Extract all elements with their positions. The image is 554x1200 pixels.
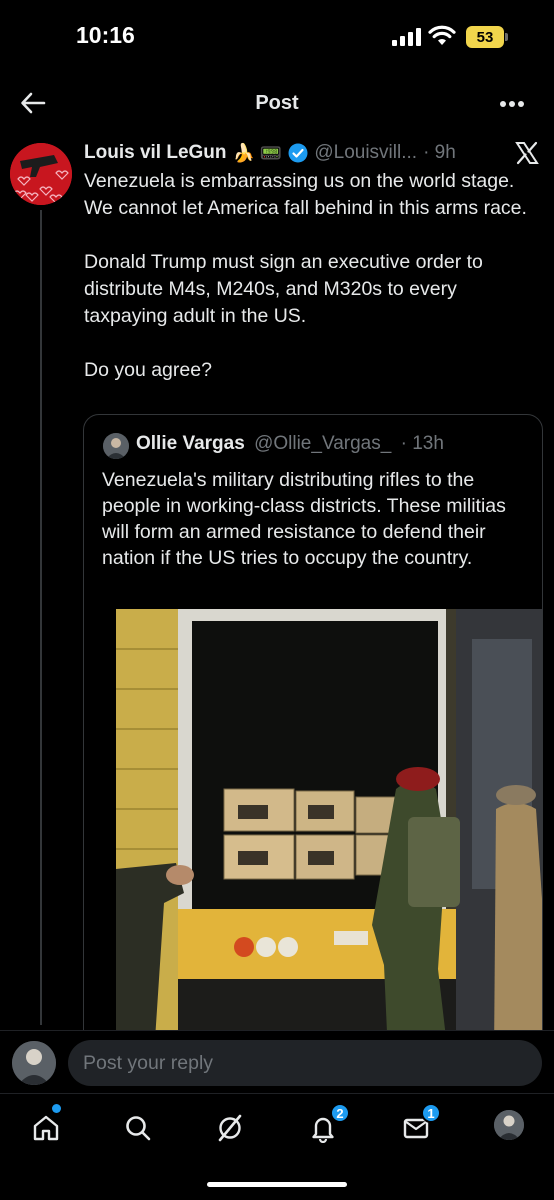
tweet-paragraph: Venezuela is embarrassing us on the worl… bbox=[84, 170, 527, 219]
verified-badge-icon bbox=[288, 143, 308, 163]
more-options-icon[interactable] bbox=[499, 100, 525, 108]
battery-nub bbox=[505, 33, 508, 41]
tweet-body: Venezuela is embarrassing us on the worl… bbox=[84, 168, 534, 411]
reply-bar bbox=[0, 1030, 554, 1092]
author-name[interactable]: Louis vil LeGun bbox=[84, 142, 227, 164]
user-avatar-image bbox=[12, 1041, 56, 1085]
quoted-author-name[interactable]: Ollie Vargas bbox=[136, 433, 245, 454]
search-icon bbox=[126, 1116, 151, 1141]
home-notification-dot bbox=[52, 1104, 61, 1113]
x-logo-icon[interactable] bbox=[514, 140, 540, 166]
tab-profile-avatar[interactable] bbox=[494, 1110, 524, 1140]
tab-search[interactable] bbox=[118, 1108, 158, 1148]
author-name-emojis: 🍌 📟 bbox=[232, 142, 283, 163]
thread-line bbox=[40, 210, 42, 1025]
quoted-post-card[interactable]: Ollie Vargas @Ollie_Vargas_ · 13h Venezu… bbox=[83, 414, 543, 1054]
bottom-tab-bar: 2 1 bbox=[0, 1093, 554, 1200]
tab-grok[interactable] bbox=[210, 1108, 250, 1148]
home-icon bbox=[33, 1115, 59, 1141]
tweet-header: Louis vil LeGun 🍌 📟 @Louisvill... · 9h bbox=[84, 140, 494, 166]
post-time: · 9h bbox=[423, 142, 456, 163]
notifications-badge: 2 bbox=[330, 1103, 350, 1123]
tweet-paragraph: Donald Trump must sign an executive orde… bbox=[84, 251, 483, 327]
avatar-image bbox=[10, 143, 72, 205]
battery-indicator: 53 bbox=[466, 26, 504, 48]
media-photo bbox=[116, 609, 542, 1053]
status-bar: 10:16 53 bbox=[0, 0, 554, 72]
nav-header: Post bbox=[0, 72, 554, 136]
cellular-signal-icon bbox=[392, 28, 421, 46]
page-title: Post bbox=[255, 92, 299, 114]
reply-input[interactable] bbox=[68, 1040, 542, 1086]
current-user-avatar[interactable] bbox=[12, 1041, 56, 1085]
tab-home[interactable] bbox=[26, 1108, 66, 1148]
author-avatar[interactable] bbox=[10, 143, 72, 205]
grok-icon bbox=[218, 1114, 242, 1142]
quoted-post-header: Ollie Vargas @Ollie_Vargas_ · 13h bbox=[136, 433, 444, 455]
quoted-post-time: · 13h bbox=[400, 433, 444, 454]
status-time: 10:16 bbox=[76, 22, 135, 48]
messages-badge: 1 bbox=[421, 1103, 441, 1123]
wifi-icon bbox=[428, 25, 456, 45]
quoted-author-avatar[interactable] bbox=[103, 433, 129, 459]
quoted-post-text: Venezuela's military distributing rifles… bbox=[102, 469, 506, 569]
author-handle[interactable]: @Louisvill... bbox=[314, 142, 417, 164]
quoted-author-handle[interactable]: @Ollie_Vargas_ bbox=[254, 433, 391, 454]
profile-avatar-image bbox=[494, 1110, 524, 1140]
home-indicator bbox=[207, 1182, 347, 1187]
quoted-avatar-image bbox=[103, 433, 129, 459]
quoted-post-media[interactable] bbox=[116, 609, 542, 1053]
tweet-paragraph: Do you agree? bbox=[84, 359, 212, 381]
